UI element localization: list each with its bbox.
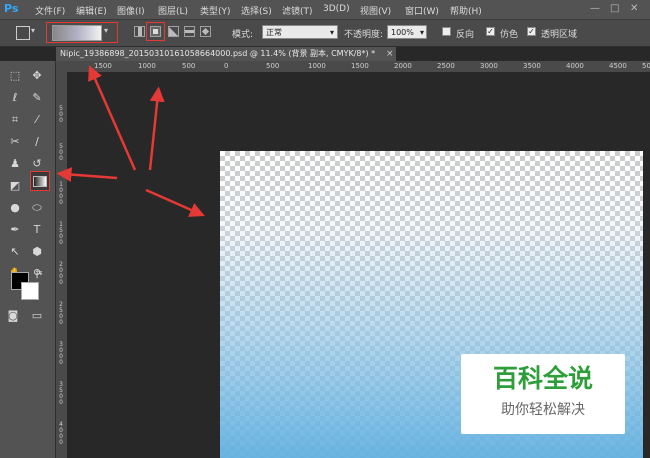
ruler-tick: 1500 bbox=[351, 62, 369, 70]
ruler-tick: 0 bbox=[59, 359, 63, 366]
opacity-input[interactable]: 100% ▾ bbox=[387, 25, 427, 39]
ruler-tick: 1000 bbox=[308, 62, 326, 70]
tools-panel: ⬚ ✥ ℓ ✎ ⌗ ⁄ ✂ ∕ ♟ ↺ ◩ ● ⬭ ✒ T ↖ ⬢ ✋ ⚲ ⇆ … bbox=[0, 61, 56, 458]
ruler-tick: 3500 bbox=[523, 62, 541, 70]
menu-layer[interactable]: 图层(L) bbox=[158, 4, 188, 17]
transparency-checkbox[interactable]: ✓ bbox=[527, 27, 536, 36]
ruler-tick: 1000 bbox=[138, 62, 156, 70]
menu-filter[interactable]: 滤镜(T) bbox=[282, 4, 313, 17]
ruler-tick: 4000 bbox=[566, 62, 584, 70]
highlight-box-radial bbox=[146, 22, 165, 41]
lasso-tool-icon[interactable]: ℓ bbox=[8, 91, 22, 105]
background-color-swatch[interactable] bbox=[21, 282, 39, 300]
menu-help[interactable]: 帮助(H) bbox=[450, 4, 482, 17]
marquee-tool-icon[interactable]: ⬚ bbox=[8, 69, 22, 83]
menu-window[interactable]: 窗口(W) bbox=[405, 4, 439, 17]
brush-tool-icon[interactable]: ∕ bbox=[30, 135, 44, 149]
path-select-tool-icon[interactable]: ↖ bbox=[8, 245, 22, 259]
pen-tool-icon[interactable]: ✒ bbox=[8, 223, 22, 237]
healing-tool-icon[interactable]: ✂ bbox=[8, 135, 22, 149]
watermark-title: 百科全说 bbox=[492, 364, 593, 393]
linear-gradient-button[interactable] bbox=[134, 26, 145, 37]
reflected-gradient-button[interactable] bbox=[184, 26, 195, 37]
document-tab-title: Nipic_19386898_20150310161058664000.psd … bbox=[60, 49, 376, 58]
ruler-tick: 0 bbox=[59, 439, 63, 446]
menu-type[interactable]: 类型(Y) bbox=[200, 4, 231, 17]
gradient-tool-icon[interactable] bbox=[30, 171, 50, 191]
eraser-tool-icon[interactable]: ◩ bbox=[8, 179, 22, 193]
ruler-tick: 1500 bbox=[94, 62, 112, 70]
menu-3d[interactable]: 3D(D) bbox=[323, 4, 350, 14]
menu-edit[interactable]: 编辑(E) bbox=[76, 4, 107, 17]
ruler-tick: 0 bbox=[59, 399, 63, 406]
mode-select[interactable]: 正常 ▾ bbox=[262, 25, 338, 39]
dodge-tool-icon[interactable]: ⬭ bbox=[30, 201, 44, 215]
ruler-tick: 3000 bbox=[480, 62, 498, 70]
ruler-tick: 4500 bbox=[609, 62, 627, 70]
type-tool-icon[interactable]: T bbox=[30, 223, 44, 237]
transparency-label: 透明区域 bbox=[541, 30, 578, 40]
diamond-gradient-button[interactable] bbox=[200, 26, 211, 37]
menu-bar: Ps 文件(F) 编辑(E) 图像(I) 图层(L) 类型(Y) 选择(S) 滤… bbox=[0, 0, 650, 20]
chevron-down-icon: ▾ bbox=[419, 28, 424, 37]
watermark-subtitle: 助你轻松解决 bbox=[501, 402, 585, 418]
dither-checkbox[interactable]: ✓ bbox=[486, 27, 495, 36]
ruler-tick: 0 bbox=[59, 117, 63, 124]
clone-stamp-tool-icon[interactable]: ♟ bbox=[8, 157, 22, 171]
ruler-tick: 0 bbox=[59, 279, 63, 286]
close-window-button[interactable]: ✕ bbox=[630, 3, 638, 14]
opacity-label: 不透明度: bbox=[344, 30, 384, 40]
chevron-down-icon[interactable]: ▾ bbox=[31, 26, 35, 35]
reverse-checkbox[interactable] bbox=[442, 27, 451, 36]
quick-mask-icon[interactable]: ◙ bbox=[6, 309, 20, 323]
watermark-logo: 百科全说 助你轻松解决 bbox=[461, 354, 625, 434]
gradient-swatch-icon bbox=[33, 176, 47, 187]
ruler-tick: 2000 bbox=[394, 62, 412, 70]
crop-tool-icon[interactable]: ⌗ bbox=[8, 113, 22, 127]
menu-image[interactable]: 图像(I) bbox=[117, 4, 145, 17]
screen-mode-icon[interactable]: ▭ bbox=[30, 309, 44, 323]
move-tool-icon[interactable]: ✥ bbox=[30, 69, 44, 83]
options-bar: ▾ ▾ 模式: 正常 ▾ 不透明度: 100% ▾ 反向 ✓ 仿色 ✓ 透明区域 bbox=[0, 20, 650, 47]
ruler-tick: 0 bbox=[224, 62, 229, 70]
mode-label: 模式: bbox=[232, 30, 254, 40]
menu-select[interactable]: 选择(S) bbox=[241, 4, 272, 17]
eyedropper-tool-icon[interactable]: ⁄ bbox=[30, 113, 44, 127]
ruler-tick: 0 bbox=[59, 199, 63, 206]
minimize-button[interactable]: — bbox=[590, 3, 600, 14]
menu-view[interactable]: 视图(V) bbox=[360, 4, 391, 17]
shape-tool-icon[interactable]: ⬢ bbox=[30, 245, 44, 259]
angle-gradient-button[interactable] bbox=[168, 26, 179, 37]
menu-file[interactable]: 文件(F) bbox=[35, 4, 65, 17]
swap-colors-icon[interactable]: ⇆ bbox=[32, 266, 46, 280]
highlight-box-gradient bbox=[46, 22, 118, 43]
ruler-tick: 500 bbox=[266, 62, 280, 70]
opacity-value: 100% bbox=[391, 28, 414, 37]
reverse-label: 反向 bbox=[456, 30, 475, 40]
quick-select-tool-icon[interactable]: ✎ bbox=[30, 91, 44, 105]
mode-value: 正常 bbox=[266, 28, 282, 37]
ruler-tick: 0 bbox=[59, 319, 63, 326]
ruler-tick: 0 bbox=[59, 155, 63, 162]
chevron-down-icon: ▾ bbox=[329, 28, 334, 37]
dither-label: 仿色 bbox=[500, 30, 519, 40]
photoshop-logo: Ps bbox=[4, 2, 19, 15]
tool-preset-icon[interactable] bbox=[16, 26, 30, 40]
ruler-tick: 2500 bbox=[437, 62, 455, 70]
document-tab-bar: Nipic_19386898_20150310161058664000.psd … bbox=[56, 47, 650, 61]
ruler-tick: 500 bbox=[182, 62, 196, 70]
blur-tool-icon[interactable]: ● bbox=[8, 201, 22, 215]
history-brush-tool-icon[interactable]: ↺ bbox=[30, 157, 44, 171]
ruler-tick: 0 bbox=[59, 239, 63, 246]
document-tab[interactable]: Nipic_19386898_20150310161058664000.psd … bbox=[56, 47, 396, 61]
ruler-tick: 5000 bbox=[642, 62, 650, 70]
close-icon[interactable]: × bbox=[386, 47, 394, 61]
maximize-button[interactable]: □ bbox=[610, 3, 619, 14]
